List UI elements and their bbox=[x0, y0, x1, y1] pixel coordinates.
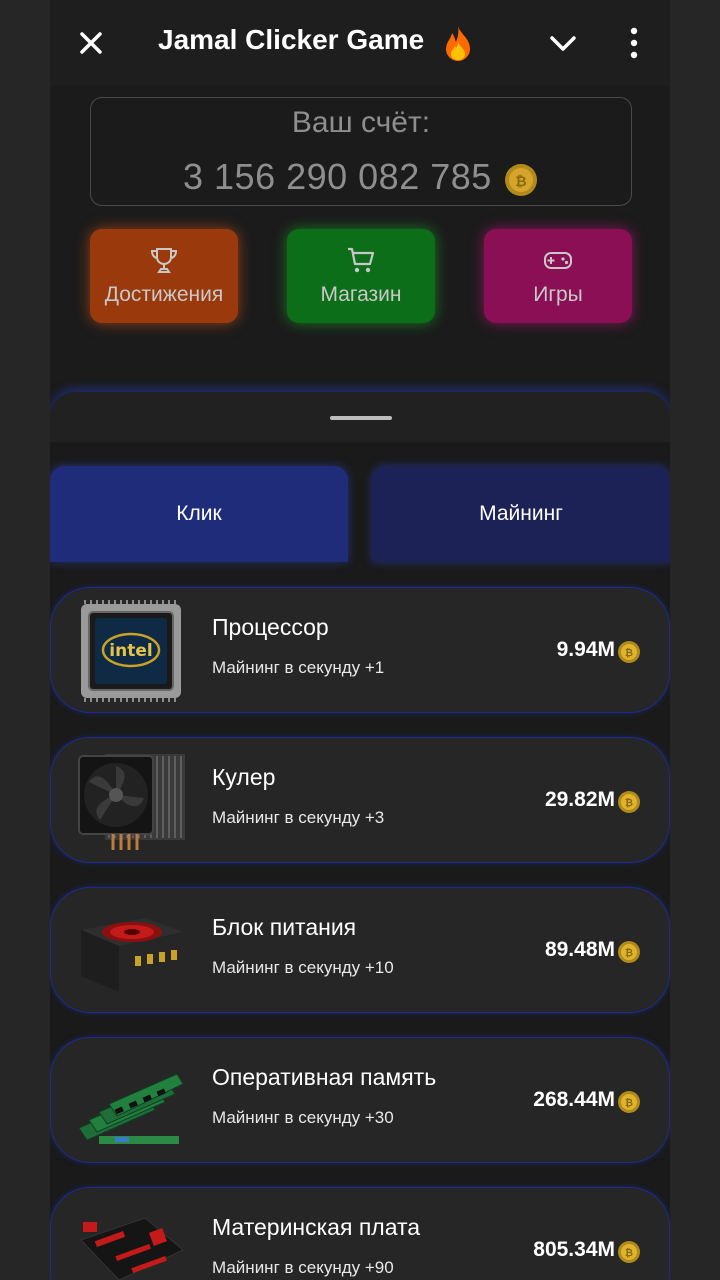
item-subtitle: Майнинг в секунду +3 bbox=[212, 808, 385, 827]
left-margin bbox=[0, 0, 50, 1280]
gamepad-icon bbox=[544, 252, 572, 269]
item-price: 9.94M bbox=[556, 638, 615, 661]
right-margin bbox=[670, 0, 720, 1280]
list-item[interactable]: Материнская плата Майнинг в секунду +90 … bbox=[50, 1187, 670, 1280]
cart-icon bbox=[348, 247, 375, 273]
svg-text:₿: ₿ bbox=[625, 1097, 633, 1109]
achievements-label: Достижения bbox=[104, 283, 224, 306]
item-name: Блок питания bbox=[212, 914, 357, 940]
coin-icon: ₿ bbox=[618, 791, 640, 813]
item-subtitle: Майнинг в секунду +90 bbox=[212, 1258, 394, 1277]
more-vertical-icon[interactable] bbox=[622, 26, 646, 60]
item-subtitle: Майнинг в секунду +1 bbox=[212, 658, 385, 677]
shop-button[interactable]: Магазин bbox=[287, 229, 435, 323]
item-price: 29.82M bbox=[544, 788, 615, 811]
cooler-icon bbox=[78, 754, 185, 850]
achievements-button[interactable]: Достижения bbox=[90, 229, 238, 323]
games-button[interactable]: Игры bbox=[484, 229, 632, 323]
list-item[interactable]: Кулер Майнинг в секунду +3 29.82M ₿ bbox=[50, 737, 670, 863]
svg-text:₿: ₿ bbox=[625, 647, 633, 659]
item-name: Материнская плата bbox=[212, 1214, 421, 1240]
tab-click[interactable]: Клик bbox=[50, 466, 348, 562]
svg-text:₿: ₿ bbox=[625, 1247, 633, 1259]
item-price: 805.34M bbox=[533, 1238, 615, 1261]
svg-text:₿: ₿ bbox=[625, 947, 633, 959]
tab-mining[interactable]: Майнинг bbox=[372, 466, 670, 562]
item-name: Кулер bbox=[212, 764, 276, 790]
list-item[interactable]: Оперативная память Майнинг в секунду +30… bbox=[50, 1037, 670, 1163]
coin-icon: ₿ bbox=[618, 641, 640, 663]
app-title: Jamal Clicker Game bbox=[158, 24, 425, 55]
score-panel: Ваш счёт: 3 156 290 082 785 ₿ bbox=[90, 97, 632, 206]
item-subtitle: Майнинг в секунду +30 bbox=[212, 1108, 394, 1127]
item-subtitle: Майнинг в секунду +10 bbox=[212, 958, 394, 977]
item-price: 89.48M bbox=[544, 938, 615, 961]
ram-icon bbox=[78, 1073, 184, 1144]
shop-label: Магазин bbox=[320, 283, 402, 306]
list-item[interactable]: Блок питания Майнинг в секунду +10 89.48… bbox=[50, 887, 670, 1013]
svg-text:₿: ₿ bbox=[625, 797, 633, 809]
score-value: 3 156 290 082 785 bbox=[183, 156, 492, 197]
coin-icon: ₿ bbox=[505, 164, 537, 196]
svg-text:intel: intel bbox=[109, 641, 152, 661]
app-screen: Jamal Clicker Game Ваш счёт: 3 156 290 0… bbox=[50, 0, 670, 1280]
games-label: Игры bbox=[533, 283, 583, 306]
coin-icon: ₿ bbox=[618, 1241, 640, 1263]
fire-icon bbox=[446, 26, 470, 61]
item-name: Процессор bbox=[212, 614, 329, 640]
coin-icon: ₿ bbox=[618, 941, 640, 963]
close-icon[interactable] bbox=[74, 26, 108, 60]
item-price: 268.44M bbox=[533, 1088, 615, 1111]
score-label: Ваш счёт: bbox=[291, 106, 431, 139]
chevron-down-icon[interactable] bbox=[546, 28, 580, 58]
trophy-icon bbox=[150, 248, 178, 273]
motherboard-icon bbox=[80, 1217, 184, 1280]
svg-text:₿: ₿ bbox=[515, 174, 526, 190]
psu-icon bbox=[81, 918, 183, 992]
sheet-header bbox=[50, 392, 670, 442]
item-name: Оперативная память bbox=[212, 1064, 437, 1090]
list-item[interactable]: intel Процессор Майнинг в секунду +1 9.9… bbox=[50, 587, 670, 713]
bottom-sheet: Клик Майнинг intel Процессор Майнинг в с… bbox=[50, 392, 670, 1280]
cpu-icon: intel bbox=[81, 600, 181, 702]
coin-icon: ₿ bbox=[618, 1091, 640, 1113]
sheet-drag-handle[interactable] bbox=[330, 416, 392, 420]
app-header: Jamal Clicker Game bbox=[50, 0, 670, 86]
